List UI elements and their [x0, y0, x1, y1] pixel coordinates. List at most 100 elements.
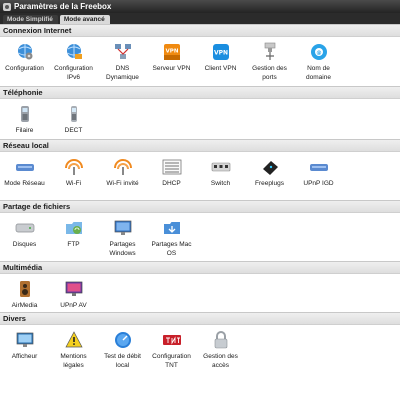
- freebox-logo-icon: [3, 2, 11, 11]
- item-configuration-ipv6[interactable]: Configuration IPv6: [49, 37, 98, 86]
- section-multimedia: Multimédia AirMedia UPnP AV: [0, 261, 400, 312]
- item-configuration[interactable]: Configuration: [0, 37, 49, 86]
- display-icon: [15, 330, 35, 350]
- mode-tabs: Mode Simplifié Mode avancé: [0, 13, 400, 24]
- hard-disk-icon: [15, 218, 35, 238]
- vpn-server-icon: VPN: [162, 42, 182, 62]
- item-label: Afficheur: [11, 353, 38, 360]
- desk-phone-icon: [15, 104, 35, 124]
- svg-text:@: @: [316, 50, 321, 56]
- svg-text:VPN: VPN: [165, 49, 178, 55]
- item-dns-dynamique[interactable]: DNS Dynamique: [98, 37, 147, 86]
- item-switch[interactable]: Switch: [196, 152, 245, 200]
- item-wifi-invite[interactable]: Wi-Fi invité: [98, 152, 147, 200]
- globe-ipv6-icon: [64, 42, 84, 62]
- item-filaire[interactable]: Filaire: [0, 99, 49, 139]
- window-title-bar: Paramètres de la Freebox: [0, 0, 400, 13]
- dect-phone-icon: [64, 104, 84, 124]
- item-gestion-des-acces[interactable]: Gestion des accès: [196, 325, 245, 374]
- item-label: Client VPN: [204, 65, 237, 72]
- ftp-folder-icon: [64, 218, 84, 238]
- padlock-icon: [211, 330, 231, 350]
- item-label: Mentions légales: [60, 353, 87, 369]
- item-label: Partages Mac OS: [151, 241, 192, 257]
- item-mentions-legales[interactable]: Mentions légales: [49, 325, 98, 374]
- item-label: Wi-Fi: [65, 180, 82, 187]
- item-label: Configuration: [5, 65, 44, 72]
- item-label: Mode Réseau: [4, 180, 45, 187]
- item-wifi[interactable]: Wi-Fi: [49, 152, 98, 200]
- domain-name-icon: @: [309, 42, 329, 62]
- section-telephonie: Téléphonie Filaire DECT: [0, 86, 400, 139]
- item-label: AirMedia: [11, 302, 38, 309]
- tab-mode-simplifie[interactable]: Mode Simplifié: [3, 15, 58, 24]
- item-label: Switch: [210, 180, 231, 187]
- item-label: UPnP IGD: [303, 180, 334, 187]
- item-label: DECT: [64, 127, 83, 134]
- section-connexion-internet: Connexion Internet Configuration Configu…: [0, 24, 400, 86]
- section-title: Partage de fichiers: [0, 200, 400, 213]
- tab-mode-avance[interactable]: Mode avancé: [59, 15, 110, 24]
- item-label: DNS Dynamique: [106, 65, 139, 81]
- section-reseau-local: Réseau local Mode Réseau Wi-Fi Wi-Fi inv…: [0, 139, 400, 200]
- item-serveur-vpn[interactable]: VPN Serveur VPN: [147, 37, 196, 86]
- item-label: Test de débit local: [104, 353, 141, 369]
- wifi-guest-icon: [113, 157, 133, 177]
- section-title: Réseau local: [0, 139, 400, 152]
- section-title: Téléphonie: [0, 86, 400, 99]
- upnp-av-icon: [64, 279, 84, 299]
- item-ftp[interactable]: FTP: [49, 213, 98, 261]
- item-label: UPnP AV: [60, 302, 87, 309]
- globe-gear-icon: [15, 42, 35, 62]
- item-disques[interactable]: Disques: [0, 213, 49, 261]
- dns-network-icon: [113, 42, 133, 62]
- item-label: Disques: [12, 241, 37, 248]
- speaker-icon: [15, 279, 35, 299]
- item-gestion-des-ports[interactable]: Gestion des ports: [245, 37, 294, 86]
- item-partages-windows[interactable]: Partages Windows: [98, 213, 147, 261]
- item-label: Gestion des accès: [203, 353, 238, 369]
- dhcp-list-icon: [162, 157, 182, 177]
- port-forwarding-icon: [260, 42, 280, 62]
- upnp-igd-icon: [309, 157, 329, 177]
- item-label: Filaire: [15, 127, 34, 134]
- item-upnp-av[interactable]: UPnP AV: [49, 274, 98, 312]
- section-partage-de-fichiers: Partage de fichiers Disques FTP Partages…: [0, 200, 400, 261]
- item-client-vpn[interactable]: VPN Client VPN: [196, 37, 245, 86]
- section-title: Connexion Internet: [0, 24, 400, 37]
- window-title: Paramètres de la Freebox: [14, 2, 112, 11]
- item-test-de-debit-local[interactable]: Test de débit local: [98, 325, 147, 374]
- item-label: Gestion des ports: [252, 65, 287, 81]
- item-afficheur[interactable]: Afficheur: [0, 325, 49, 374]
- item-label: Wi-Fi invité: [106, 180, 139, 187]
- item-airmedia[interactable]: AirMedia: [0, 274, 49, 312]
- item-label: FTP: [67, 241, 80, 248]
- freeplug-icon: [260, 157, 280, 177]
- item-label: Partages Windows: [109, 241, 136, 257]
- item-partages-mac-os[interactable]: Partages Mac OS: [147, 213, 196, 261]
- section-divers: Divers Afficheur Mentions légales Test d…: [0, 312, 400, 374]
- vpn-client-icon: VPN: [211, 42, 231, 62]
- tnt-icon: [162, 330, 182, 350]
- item-freeplugs[interactable]: Freeplugs: [245, 152, 294, 200]
- item-upnp-igd[interactable]: UPnP IGD: [294, 152, 343, 200]
- item-label: Freeplugs: [255, 180, 284, 187]
- warning-icon: [64, 330, 84, 350]
- svg-text:VPN: VPN: [213, 50, 227, 57]
- item-dect[interactable]: DECT: [49, 99, 98, 139]
- item-label: DHCP: [162, 180, 181, 187]
- item-nom-de-domaine[interactable]: @ Nom de domaine: [294, 37, 343, 86]
- section-title: Multimédia: [0, 261, 400, 274]
- speed-test-icon: [113, 330, 133, 350]
- macos-share-icon: [162, 218, 182, 238]
- switch-icon: [211, 157, 231, 177]
- item-label: Configuration IPv6: [54, 65, 93, 81]
- wifi-icon: [64, 157, 84, 177]
- item-label: Nom de domaine: [306, 65, 331, 81]
- item-label: Configuration TNT: [152, 353, 191, 369]
- item-dhcp[interactable]: DHCP: [147, 152, 196, 200]
- windows-share-icon: [113, 218, 133, 238]
- item-configuration-tnt[interactable]: Configuration TNT: [147, 325, 196, 374]
- item-label: Serveur VPN: [152, 65, 191, 72]
- item-mode-reseau[interactable]: Mode Réseau: [0, 152, 49, 200]
